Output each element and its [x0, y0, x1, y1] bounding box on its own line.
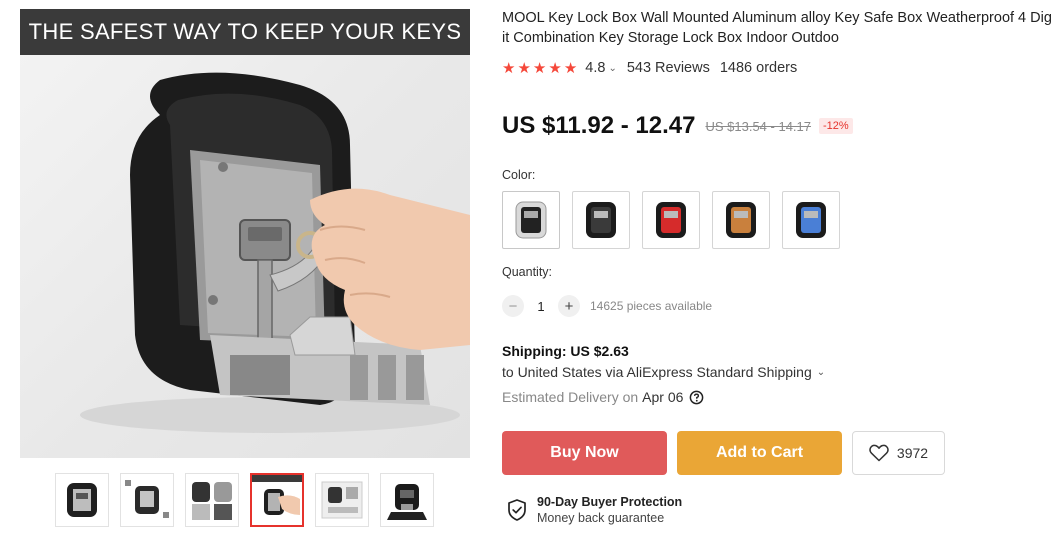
thumbnail-5[interactable]	[315, 473, 369, 527]
shield-check-icon	[507, 499, 527, 526]
main-product-image[interactable]: THE SAFEST WAY TO KEEP YOUR KEYS	[20, 9, 470, 458]
star-icon: ★	[563, 59, 578, 77]
estimated-delivery: Estimated Delivery on Apr 06	[502, 389, 704, 405]
help-icon[interactable]	[689, 390, 704, 405]
thumbnail-strip	[55, 473, 435, 528]
color-swatches	[502, 191, 842, 249]
reviews-link[interactable]: 543 Reviews	[627, 60, 710, 76]
buyer-protection-title: 90-Day Buyer Protection	[537, 495, 683, 509]
buy-now-button[interactable]: Buy Now	[502, 431, 667, 475]
delivery-date: Apr 06	[642, 389, 684, 405]
key-lock-box-photo	[80, 72, 470, 433]
thumbnail-6[interactable]	[380, 473, 434, 527]
quantity-plus-button[interactable]: +	[558, 295, 580, 317]
buyer-protection-text: 90-Day Buyer Protection Money back guara…	[537, 495, 682, 526]
chevron-down-icon[interactable]: ⌄	[608, 63, 616, 74]
star-icon: ★	[502, 59, 516, 77]
color-option-black[interactable]	[572, 191, 630, 249]
original-price: US $13.54 - 14.17	[705, 118, 812, 134]
heart-icon	[869, 444, 889, 462]
image-banner: THE SAFEST WAY TO KEEP YOUR KEYS	[20, 9, 470, 55]
color-option-blue[interactable]	[782, 191, 840, 249]
delivery-label: Estimated Delivery on	[502, 389, 639, 405]
quantity-minus-button[interactable]: −	[502, 295, 524, 317]
shipping-method-selector[interactable]: to United States via AliExpress Standard…	[502, 364, 825, 380]
add-to-cart-button[interactable]: Add to Cart	[677, 431, 842, 475]
thumbnail-1[interactable]	[55, 473, 109, 527]
shipping-cost: Shipping: US $2.63	[502, 343, 629, 359]
chevron-down-icon[interactable]: ⌄	[817, 367, 825, 378]
quantity-available: 14625 pieces available	[590, 299, 713, 313]
thumbnail-4[interactable]	[250, 473, 304, 527]
thumbnail-3[interactable]	[185, 473, 239, 527]
orders-count: 1486 orders	[719, 60, 798, 76]
quantity-label: Quantity:	[502, 265, 553, 279]
rating-stars: ★ ★ ★ ★ ★	[502, 61, 577, 76]
quantity-input[interactable]	[524, 295, 558, 317]
thumbnail-2[interactable]	[120, 473, 174, 527]
discount-badge: -12%	[819, 118, 853, 134]
wishlist-button[interactable]: 3972	[852, 431, 945, 475]
color-option-red[interactable]	[642, 191, 700, 249]
color-option-orange[interactable]	[712, 191, 770, 249]
rating-value[interactable]: 4.8	[585, 60, 605, 76]
wishlist-count: 3972	[896, 445, 929, 461]
current-price: US $11.92 - 12.47	[502, 112, 696, 139]
color-option-silver[interactable]	[502, 191, 560, 249]
star-icon: ★	[517, 59, 531, 77]
product-title: MOOL Key Lock Box Wall Mounted Aluminum …	[502, 10, 1052, 46]
buyer-protection-subtitle: Money back guarantee	[537, 511, 665, 525]
star-icon: ★	[548, 59, 562, 77]
price-row: US $11.92 - 12.47 US $13.54 - 14.17 -12%	[502, 112, 853, 140]
color-label: Color:	[502, 168, 536, 182]
shipping-method-text: to United States via AliExpress Standard…	[502, 364, 812, 380]
quantity-stepper: − + 14625 pieces available	[502, 295, 712, 317]
star-icon: ★	[532, 59, 547, 77]
rating-row: ★ ★ ★ ★ ★ 4.8 ⌄ 543 Reviews 1486 orders	[502, 59, 797, 77]
buyer-protection: 90-Day Buyer Protection Money back guara…	[507, 495, 682, 526]
